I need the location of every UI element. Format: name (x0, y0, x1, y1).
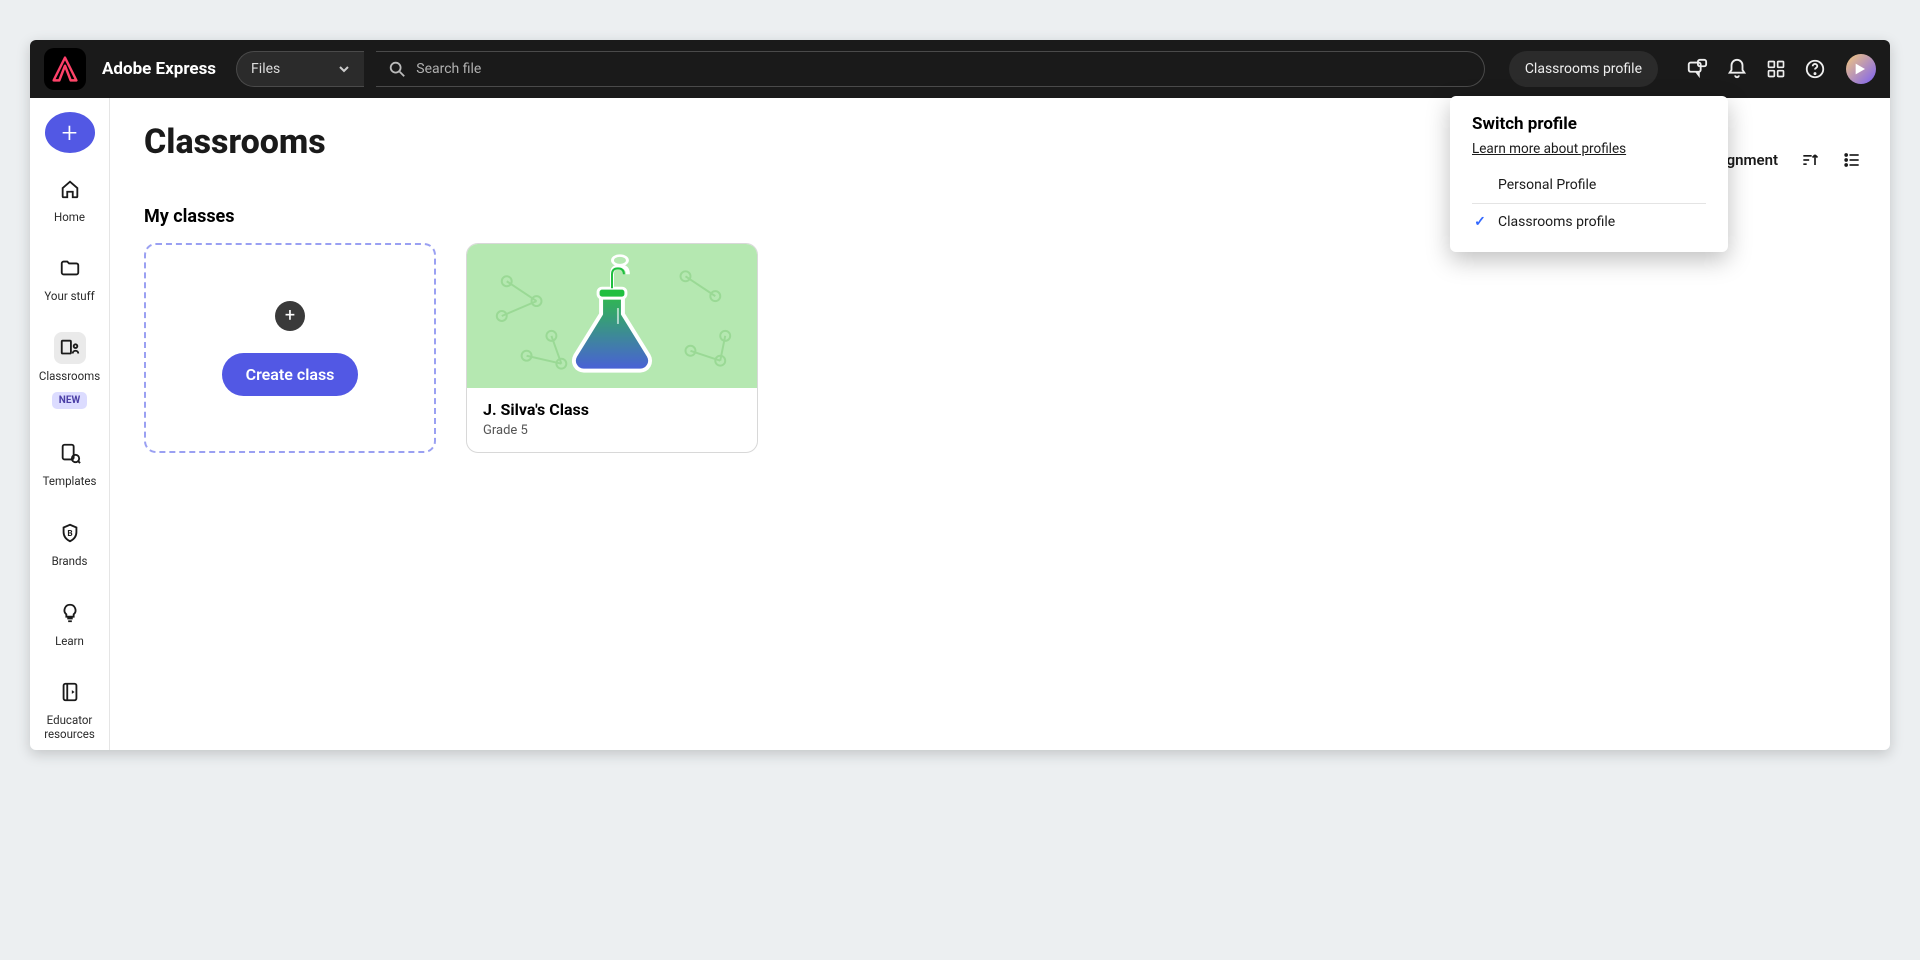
check-icon: ✓ (1472, 214, 1488, 230)
sidebar-item-brands[interactable]: B Brands (30, 509, 109, 577)
create-fab[interactable]: + (45, 112, 95, 153)
popover-title: Switch profile (1472, 114, 1706, 134)
sidebar-item-classrooms[interactable]: Classrooms NEW (30, 324, 109, 417)
svg-text:B: B (67, 529, 72, 539)
sidebar-label-educator-resources: Educator resources (30, 714, 109, 742)
home-icon (54, 173, 86, 205)
profile-chip-label: Classrooms profile (1525, 61, 1642, 77)
app-window: Adobe Express Files Classrooms profile + (30, 40, 1890, 750)
sidebar-item-home[interactable]: Home (30, 165, 109, 233)
create-class-button[interactable]: Create class (222, 353, 359, 396)
avatar[interactable] (1846, 54, 1876, 84)
search-input-wrap (376, 51, 1485, 87)
profile-option-classrooms-label: Classrooms profile (1498, 214, 1615, 230)
sidebar-item-learn[interactable]: Learn (30, 589, 109, 657)
sidebar-label-home: Home (54, 211, 85, 225)
search-scope-label: Files (251, 61, 280, 77)
sidebar-label-learn: Learn (55, 635, 84, 649)
sort-icon[interactable] (1800, 150, 1820, 170)
sidebar-label-your-stuff: Your stuff (44, 290, 94, 304)
brand-name[interactable]: Adobe Express (102, 59, 216, 79)
list-view-icon[interactable] (1842, 150, 1862, 170)
profile-option-personal[interactable]: Personal Profile (1472, 167, 1706, 204)
sidebar-label-brands: Brands (52, 555, 88, 569)
search-input[interactable] (416, 61, 1472, 77)
class-card[interactable]: J. Silva's Class Grade 5 (466, 243, 758, 453)
bell-icon[interactable] (1726, 58, 1748, 80)
create-class-card[interactable]: + Create class (144, 243, 436, 453)
class-grade: Grade 5 (483, 423, 741, 438)
profile-option-classrooms[interactable]: ✓ Classrooms profile (1472, 204, 1706, 240)
adobe-logo-icon[interactable] (44, 48, 86, 90)
feedback-icon[interactable] (1686, 58, 1708, 80)
sidebar: + Home Your stuff Classrooms NEW Templat… (30, 98, 110, 750)
search-scope-select[interactable]: Files (236, 51, 364, 87)
help-icon[interactable] (1804, 58, 1826, 80)
plus-icon: + (62, 116, 78, 149)
templates-icon (54, 437, 86, 469)
sidebar-label-classrooms: Classrooms (39, 370, 100, 384)
learn-more-link[interactable]: Learn more about profiles (1472, 141, 1626, 157)
sidebar-item-educator-resources[interactable]: Educator resources (30, 668, 109, 750)
class-name: J. Silva's Class (483, 400, 741, 419)
chevron-down-icon (338, 63, 350, 75)
profile-chip[interactable]: Classrooms profile (1509, 51, 1658, 87)
classrooms-icon (54, 332, 86, 364)
class-thumbnail (467, 244, 757, 388)
class-meta: J. Silva's Class Grade 5 (467, 388, 757, 452)
lightbulb-icon (54, 597, 86, 629)
folder-icon (54, 252, 86, 284)
classes-row: + Create class (144, 243, 1856, 453)
search-icon (388, 60, 406, 78)
sidebar-item-your-stuff[interactable]: Your stuff (30, 244, 109, 312)
profile-option-personal-label: Personal Profile (1498, 177, 1596, 193)
plus-circle-icon: + (275, 301, 305, 331)
sidebar-label-templates: Templates (43, 475, 97, 489)
book-icon (54, 676, 86, 708)
new-badge: NEW (52, 392, 87, 409)
switch-profile-popover: Switch profile Learn more about profiles… (1450, 96, 1728, 252)
topbar-icon-group (1686, 54, 1876, 84)
sidebar-item-templates[interactable]: Templates (30, 429, 109, 497)
topbar: Adobe Express Files Classrooms profile (30, 40, 1890, 98)
apps-grid-icon[interactable] (1766, 59, 1786, 79)
brands-icon: B (54, 517, 86, 549)
